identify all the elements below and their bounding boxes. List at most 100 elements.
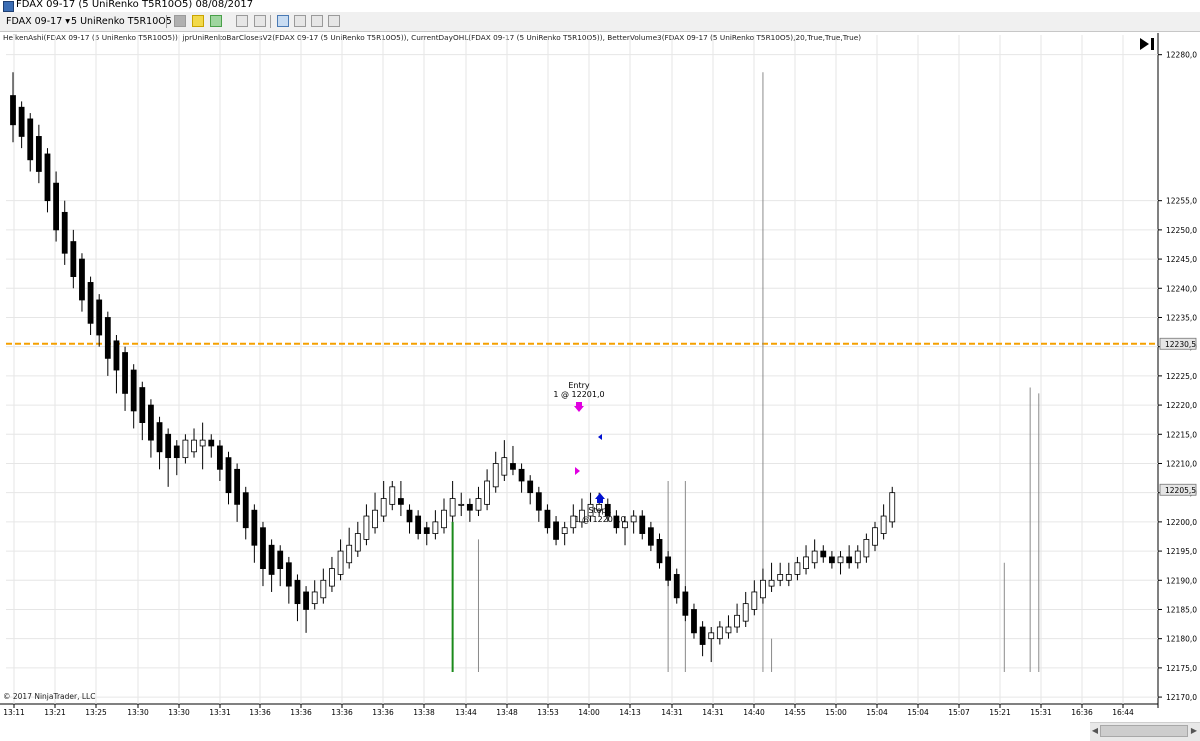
candle-body	[329, 568, 335, 587]
candle-body	[535, 492, 542, 511]
candle-body	[277, 550, 284, 570]
x-tick-label: 15:21	[989, 708, 1011, 717]
x-tick-label: 13:11	[3, 708, 25, 717]
candle-body	[708, 632, 715, 640]
candle-body	[363, 515, 370, 540]
candle-body	[561, 527, 568, 534]
candle-body	[27, 118, 34, 161]
stop-order-label: Stop1	[588, 506, 611, 515]
candle-body	[294, 579, 301, 605]
x-tick-label: 16:36	[1071, 708, 1093, 717]
candle-body	[380, 498, 387, 517]
candle-body	[165, 433, 172, 459]
open-price-tag-label: 12230,5	[1165, 340, 1196, 349]
entry-arrow-down-icon	[574, 402, 584, 412]
candle-body	[346, 544, 353, 564]
x-tick-label: 13:36	[331, 708, 353, 717]
candle-body	[320, 579, 327, 599]
candle-body	[846, 556, 853, 564]
y-tick-label: 12240,0	[1166, 284, 1197, 293]
horizontal-scrollbar[interactable]: ◀ ▶	[1090, 722, 1200, 741]
candle-body	[760, 579, 766, 599]
candle-body	[630, 515, 637, 523]
x-tick-label: 13:25	[85, 708, 107, 717]
copyright-text: © 2017 NinjaTrader, LLC	[3, 692, 96, 701]
x-tick-label: 14:31	[661, 708, 683, 717]
candle-body	[53, 182, 59, 231]
y-tick-label: 12255,0	[1166, 197, 1197, 206]
candle-body	[311, 591, 318, 605]
last-price-tag-label: 12205,5	[1165, 486, 1196, 495]
candle-body	[303, 591, 309, 610]
x-tick-label: 13:36	[290, 708, 312, 717]
candle-body	[829, 556, 835, 564]
candle-body	[510, 463, 516, 470]
candle-body	[665, 556, 672, 581]
candle-body	[415, 515, 422, 534]
candle-body	[889, 492, 896, 523]
y-tick-label: 12195,0	[1166, 547, 1197, 556]
candle-body	[544, 509, 551, 529]
candle-body	[122, 352, 128, 394]
x-tick-label: 13:36	[249, 708, 271, 717]
candle-body	[104, 317, 111, 359]
candle-body	[492, 463, 499, 488]
candle-body	[397, 498, 404, 505]
candle-body	[501, 457, 508, 476]
candle-body	[234, 468, 241, 505]
x-tick-label: 15:04	[907, 708, 929, 717]
candle-body	[35, 136, 42, 172]
candle-body	[372, 509, 378, 529]
x-tick-label: 15:31	[1030, 708, 1052, 717]
candle-body	[130, 369, 137, 412]
candle-body	[553, 521, 559, 540]
candle-body	[260, 527, 266, 569]
candle-body	[682, 591, 689, 616]
scroll-right-icon[interactable]: ▶	[1190, 725, 1198, 737]
y-tick-label: 12170,0	[1166, 693, 1197, 702]
x-tick-label: 13:36	[372, 708, 394, 717]
y-tick-label: 12250,0	[1166, 226, 1197, 235]
y-tick-label: 12280,0	[1166, 51, 1197, 60]
candle-body	[803, 556, 809, 569]
price-chart[interactable]: 12280,0 12255,0 12250,0 12245,0 12240,0 12235…	[0, 0, 1200, 740]
stop-order-price: 1 @ 12206,0	[574, 515, 625, 524]
candle-body	[734, 614, 740, 628]
candle-body	[647, 527, 654, 546]
entry-order-label: Entry	[568, 381, 590, 390]
candle-body	[406, 509, 413, 523]
candle-body	[639, 515, 646, 534]
x-tick-label: 13:30	[168, 708, 190, 717]
candle-body	[768, 579, 775, 587]
candle-body	[191, 439, 197, 453]
y-tick-label: 12215,0	[1166, 430, 1197, 439]
candle-body	[225, 457, 232, 494]
candle-body	[656, 539, 663, 564]
x-tick-label: 15:00	[825, 708, 847, 717]
x-tick-label: 15:04	[866, 708, 888, 717]
candle-body	[432, 521, 439, 534]
candle-body	[251, 509, 258, 546]
candle-body	[389, 486, 396, 505]
candle-body	[777, 574, 784, 581]
candle-body	[139, 387, 146, 423]
candle-body	[785, 574, 792, 581]
x-tick-label: 13:38	[413, 708, 435, 717]
go-to-latest-bar-icon[interactable]	[1138, 37, 1156, 51]
candle-body	[466, 503, 473, 511]
candle-body	[156, 422, 163, 453]
candle-body	[691, 609, 697, 634]
x-tick-label: 14:40	[743, 708, 765, 717]
candle-body	[337, 550, 344, 575]
candle-body	[527, 480, 534, 494]
candle-body	[742, 603, 749, 622]
scroll-left-icon[interactable]: ◀	[1091, 725, 1099, 737]
candle-body	[182, 439, 189, 459]
scroll-thumb[interactable]	[1100, 725, 1188, 737]
candle-body	[242, 492, 249, 529]
candle-body	[725, 626, 732, 634]
candle-body	[96, 299, 103, 336]
candle-body	[173, 445, 180, 459]
y-tick-label: 12175,0	[1166, 664, 1197, 673]
candle-body	[880, 515, 887, 534]
